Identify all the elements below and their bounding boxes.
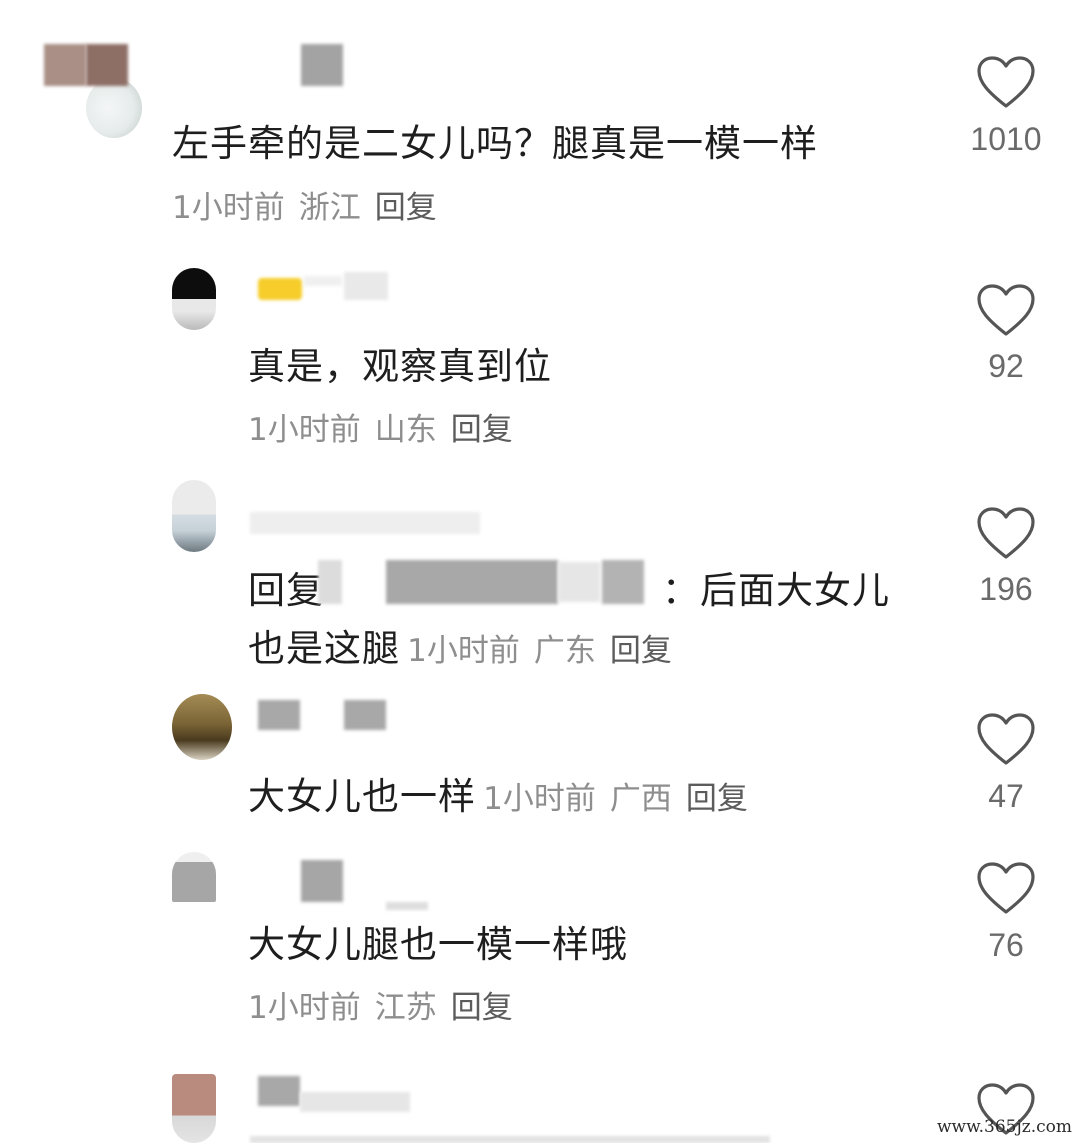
comment-text: 大女儿也一样 xyxy=(248,775,476,818)
mention-mosaic[interactable] xyxy=(602,560,644,604)
comment-meta: 1小时前 浙江 回复 xyxy=(172,182,451,227)
like-count: 196 xyxy=(979,571,1033,607)
username-mosaic[interactable] xyxy=(344,700,386,730)
username-mosaic[interactable] xyxy=(344,272,388,300)
heart-icon[interactable] xyxy=(976,861,1036,915)
heart-icon[interactable] xyxy=(976,506,1036,560)
reply-comment-line2: 也是这腿 1小时前 广东 回复 xyxy=(248,618,686,672)
avatar-mosaic xyxy=(44,44,86,86)
reply-button[interactable]: 回复 xyxy=(610,633,672,669)
username-mosaic[interactable] xyxy=(301,44,343,86)
avatar-mosaic xyxy=(86,44,128,86)
comment-location: 江苏 xyxy=(374,990,437,1026)
like-count: 92 xyxy=(988,348,1024,384)
comment-location: 山东 xyxy=(374,412,437,448)
reply-comment-line1: 回复 xyxy=(248,560,324,614)
comment-text: 左手牵的是二女儿吗？腿真是一模一样 xyxy=(172,122,818,165)
avatar[interactable] xyxy=(172,480,216,552)
like-count: 76 xyxy=(988,927,1024,963)
comment-meta: 1小时前 广西 回复 xyxy=(483,781,762,817)
avatar[interactable] xyxy=(172,268,216,330)
reply-prefix: 回复 xyxy=(248,569,324,612)
like-count: 47 xyxy=(988,778,1024,814)
username-mosaic[interactable] xyxy=(301,860,343,902)
reply-button[interactable]: 回复 xyxy=(451,990,513,1026)
comment-location: 广东 xyxy=(533,633,596,669)
comment-line: 大女儿也一样 1小时前 广西 回复 xyxy=(248,766,762,820)
comment-text: 也是这腿 xyxy=(248,627,400,670)
comment-text-mosaic xyxy=(250,1136,770,1143)
comment-text: 大女儿腿也一模一样哦 xyxy=(248,923,628,966)
username-mosaic[interactable] xyxy=(258,1076,300,1106)
comment-meta: 1小时前 江苏 回复 xyxy=(248,982,527,1027)
reply-button[interactable]: 回复 xyxy=(375,190,437,226)
avatar[interactable] xyxy=(172,1074,216,1143)
like-count: 1010 xyxy=(970,121,1042,157)
username-mosaic xyxy=(304,276,342,286)
reply-button[interactable]: 回复 xyxy=(686,781,748,817)
comment-text: ：后面大女儿 xyxy=(662,569,890,612)
avatar[interactable] xyxy=(172,852,216,902)
comment-time: 1小时前 xyxy=(248,412,361,448)
heart-icon[interactable] xyxy=(976,55,1036,109)
mention-mosaic[interactable] xyxy=(386,560,558,604)
username-mosaic[interactable] xyxy=(258,700,300,730)
reply-button[interactable]: 回复 xyxy=(451,412,513,448)
username-mosaic xyxy=(386,902,428,910)
username-mosaic xyxy=(300,1092,410,1112)
avatar[interactable] xyxy=(86,78,142,138)
comment-time: 1小时前 xyxy=(248,990,361,1026)
comment-meta: 1小时前 广东 回复 xyxy=(407,633,686,669)
comment-text: 真是，观察真到位 xyxy=(248,345,552,388)
comment-location: 广西 xyxy=(609,781,672,817)
watermark: www.365jz.com xyxy=(937,1117,1072,1137)
comment-time: 1小时前 xyxy=(407,633,520,669)
username-mosaic[interactable] xyxy=(250,512,480,534)
comment-location: 浙江 xyxy=(298,190,361,226)
heart-icon[interactable] xyxy=(976,283,1036,337)
avatar[interactable] xyxy=(172,694,232,760)
comment-meta: 1小时前 山东 回复 xyxy=(248,404,527,449)
comment-time: 1小时前 xyxy=(172,190,285,226)
badge-mosaic xyxy=(258,278,302,300)
heart-icon[interactable] xyxy=(976,712,1036,766)
mention-mosaic[interactable] xyxy=(558,562,600,602)
comment-time: 1小时前 xyxy=(483,781,596,817)
mention-mosaic[interactable] xyxy=(318,560,342,604)
